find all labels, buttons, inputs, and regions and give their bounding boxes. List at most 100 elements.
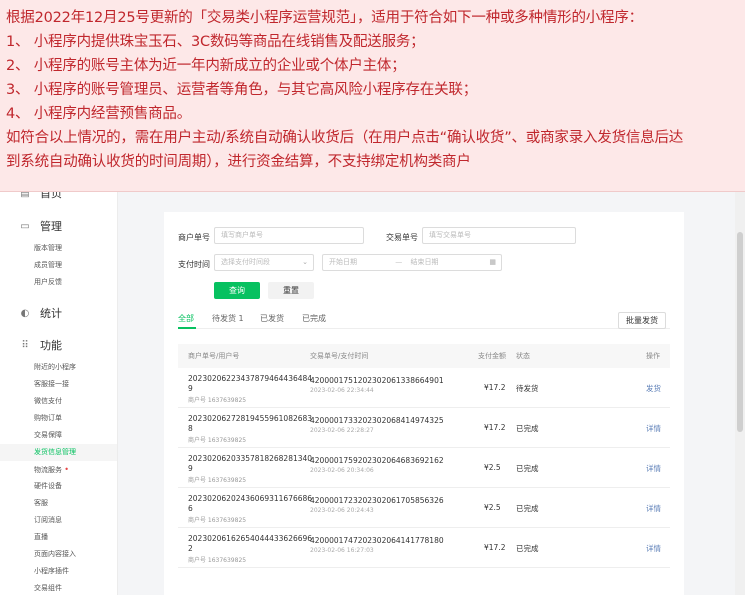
order-number-tail: 9	[188, 384, 193, 393]
order-status: 已完成	[516, 464, 539, 473]
merchant-id: 商户号 1637639825	[188, 437, 247, 444]
order-number-tail: 2	[188, 544, 193, 553]
pay-amount: ¥17.2	[484, 543, 506, 552]
table-row: 20230206202436069311676686 6 商户号 1637639…	[178, 488, 670, 528]
banner-item-2: 2、 小程序的账号主体为近一年内新成立的企业或个体户主体；	[6, 58, 406, 74]
app-area: ▤ 首页 ▭ 管理 版本管理 成员管理 用户反馈 ◐ 统计 ⠿ 功能 附近的小程…	[0, 192, 745, 595]
batch-ship-button[interactable]: 批量发货	[618, 312, 666, 329]
sidebar-item-page-content[interactable]: 页面内容接入	[0, 546, 117, 563]
sidebar-item-version[interactable]: 版本管理	[0, 240, 117, 257]
sidebar-item-nearby[interactable]: 附近的小程序	[0, 359, 117, 376]
detail-link[interactable]: 详情	[646, 463, 661, 474]
sidebar-item-subscribe-msg[interactable]: 订阅消息	[0, 512, 117, 529]
query-button[interactable]: 查询	[214, 282, 260, 299]
pay-amount: ¥2.5	[484, 503, 501, 512]
order-number-tail: 9	[188, 464, 193, 473]
sidebar-item-logistics-label: 物流服务	[34, 466, 62, 474]
banner-intro: 根据2022年12月25号更新的「交易类小程序运营规范」，适用于符合如下一种或多…	[6, 10, 643, 26]
banner-item-3: 3、 小程序的账号管理员、运营者等角色，与其它高风险小程序存在关联；	[6, 82, 478, 98]
notice-banner: 根据2022年12月25号更新的「交易类小程序运营规范」，适用于符合如下一种或多…	[0, 0, 745, 192]
sidebar-item-shipping-info[interactable]: 发货信息管理	[0, 444, 117, 461]
pay-time: 2023-02-06 20:34:06	[310, 467, 374, 474]
scrollbar-thumb[interactable]	[737, 232, 743, 432]
banner-note-line2: 到系统自动确认收货的时间周期），进行资金结算，不支持绑定机构类商户	[6, 154, 471, 170]
sidebar-item-service-connect[interactable]: 客服接一接	[0, 376, 117, 393]
order-number-tail: 6	[188, 504, 193, 513]
sidebar-group-stats-label: 统计	[40, 307, 62, 320]
pay-time: 2023-02-06 16:27:03	[310, 547, 374, 554]
sidebar-group-manage-label: 管理	[40, 220, 62, 233]
sidebar-item-customer-service[interactable]: 客服	[0, 495, 117, 512]
sidebar: ▤ 首页 ▭ 管理 版本管理 成员管理 用户反馈 ◐ 统计 ⠿ 功能 附近的小程…	[0, 192, 118, 595]
home-icon: ▤	[20, 192, 30, 199]
trade-number: 4200001733202302068414974325	[310, 416, 444, 425]
merchant-order-input[interactable]: 填写商户单号	[214, 227, 364, 244]
tab-shipped[interactable]: 已发货	[260, 313, 284, 324]
sidebar-item-live[interactable]: 直播	[0, 529, 117, 546]
merchant-id: 商户号 1637639825	[188, 557, 247, 564]
merchant-order-label: 商户单号	[178, 233, 210, 242]
trade-no-input[interactable]: 填写交易单号	[422, 227, 576, 244]
pay-time: 2023-02-06 20:24:43	[310, 507, 374, 514]
order-status: 已完成	[516, 424, 539, 433]
reset-button[interactable]: 重置	[268, 282, 314, 299]
detail-link[interactable]: 详情	[646, 543, 661, 554]
col-action-header: 操作	[646, 352, 660, 360]
table-row: 20230206203357818268281340 9 商户号 1637639…	[178, 448, 670, 488]
order-number-tail: 8	[188, 424, 193, 433]
col-trade-header: 交易单号/支付时间	[310, 352, 369, 360]
col-order-header: 商户单号/用户号	[188, 352, 240, 360]
table-header: 商户单号/用户号 交易单号/支付时间 支付金额 状态 操作	[178, 344, 670, 368]
banner-item-4: 4、 小程序内经营预售商品。	[6, 106, 192, 122]
detail-link[interactable]: 详情	[646, 503, 661, 514]
order-number: 20230206272819455961082683	[188, 414, 313, 423]
sidebar-item-home[interactable]: ▤ 首页	[0, 192, 117, 200]
sidebar-group-function-label: 功能	[40, 339, 62, 352]
trade-number: 4200001723202302061705856326	[310, 496, 444, 505]
trade-number: 4200001759202302064683692162	[310, 456, 444, 465]
scrollbar[interactable]	[735, 192, 745, 595]
ship-link[interactable]: 发货	[646, 383, 661, 394]
pay-time: 2023-02-06 22:28:27	[310, 427, 374, 434]
stats-icon: ◐	[20, 307, 30, 319]
order-status: 待发货	[516, 384, 539, 393]
merchant-id: 商户号 1637639825	[188, 397, 247, 404]
sidebar-group-manage[interactable]: ▭ 管理	[0, 216, 117, 236]
sidebar-item-wechat-pay[interactable]: 微信支付	[0, 393, 117, 410]
sidebar-group-stats[interactable]: ◐ 统计	[0, 303, 117, 323]
pay-time: 2023-02-06 22:34:44	[310, 387, 374, 394]
pay-amount: ¥17.2	[484, 383, 506, 392]
tab-all[interactable]: 全部	[178, 313, 194, 324]
order-status: 已完成	[516, 544, 539, 553]
tab-completed[interactable]: 已完成	[302, 313, 326, 324]
sidebar-item-members[interactable]: 成员管理	[0, 257, 117, 274]
sidebar-item-shopping-orders[interactable]: 购物订单	[0, 410, 117, 427]
calendar-icon: ▦	[489, 258, 496, 266]
order-number: 20230206223437879464436484	[188, 374, 313, 383]
date-range-picker[interactable]: 开始日期 — 结束日期 ▦	[322, 254, 502, 271]
end-date-input: 结束日期	[410, 258, 439, 266]
trade-no-label: 交易单号	[386, 233, 418, 242]
sidebar-item-plugins[interactable]: 小程序插件	[0, 563, 117, 580]
order-management-panel: 商户单号 填写商户单号 交易单号 填写交易单号 支付时间 选择支付时间段 ⌄ 开…	[164, 212, 684, 595]
manage-icon: ▭	[20, 220, 30, 232]
order-number: 20230206203357818268281340	[188, 454, 313, 463]
sidebar-item-feedback[interactable]: 用户反馈	[0, 274, 117, 291]
sidebar-item-trade-guarantee[interactable]: 交易保障	[0, 427, 117, 444]
start-date-input: 开始日期	[329, 258, 357, 266]
trade-number: 4200001751202302061338664901	[310, 376, 444, 385]
sidebar-item-logistics[interactable]: 物流服务 •	[0, 461, 117, 478]
banner-item-1: 1、 小程序内提供珠宝玉石、3C数码等商品在线销售及配送服务；	[6, 34, 425, 50]
order-number: 20230206162654044433626696	[188, 534, 313, 543]
sidebar-item-trade-components[interactable]: 交易组件	[0, 580, 117, 595]
detail-link[interactable]: 详情	[646, 423, 661, 434]
table-row: 20230206162654044433626696 2 商户号 1637639…	[178, 528, 670, 568]
tab-pending-ship[interactable]: 待发货 1	[212, 313, 244, 324]
table-row: 20230206223437879464436484 9 商户号 1637639…	[178, 368, 670, 408]
sidebar-item-home-label: 首页	[40, 192, 62, 200]
sidebar-item-hardware[interactable]: 硬件设备	[0, 478, 117, 495]
active-tab-indicator	[178, 327, 196, 329]
pay-time-select[interactable]: 选择支付时间段 ⌄	[214, 254, 314, 271]
trade-number: 4200001747202302064141778180	[310, 536, 444, 545]
sidebar-group-function[interactable]: ⠿ 功能	[0, 335, 117, 355]
